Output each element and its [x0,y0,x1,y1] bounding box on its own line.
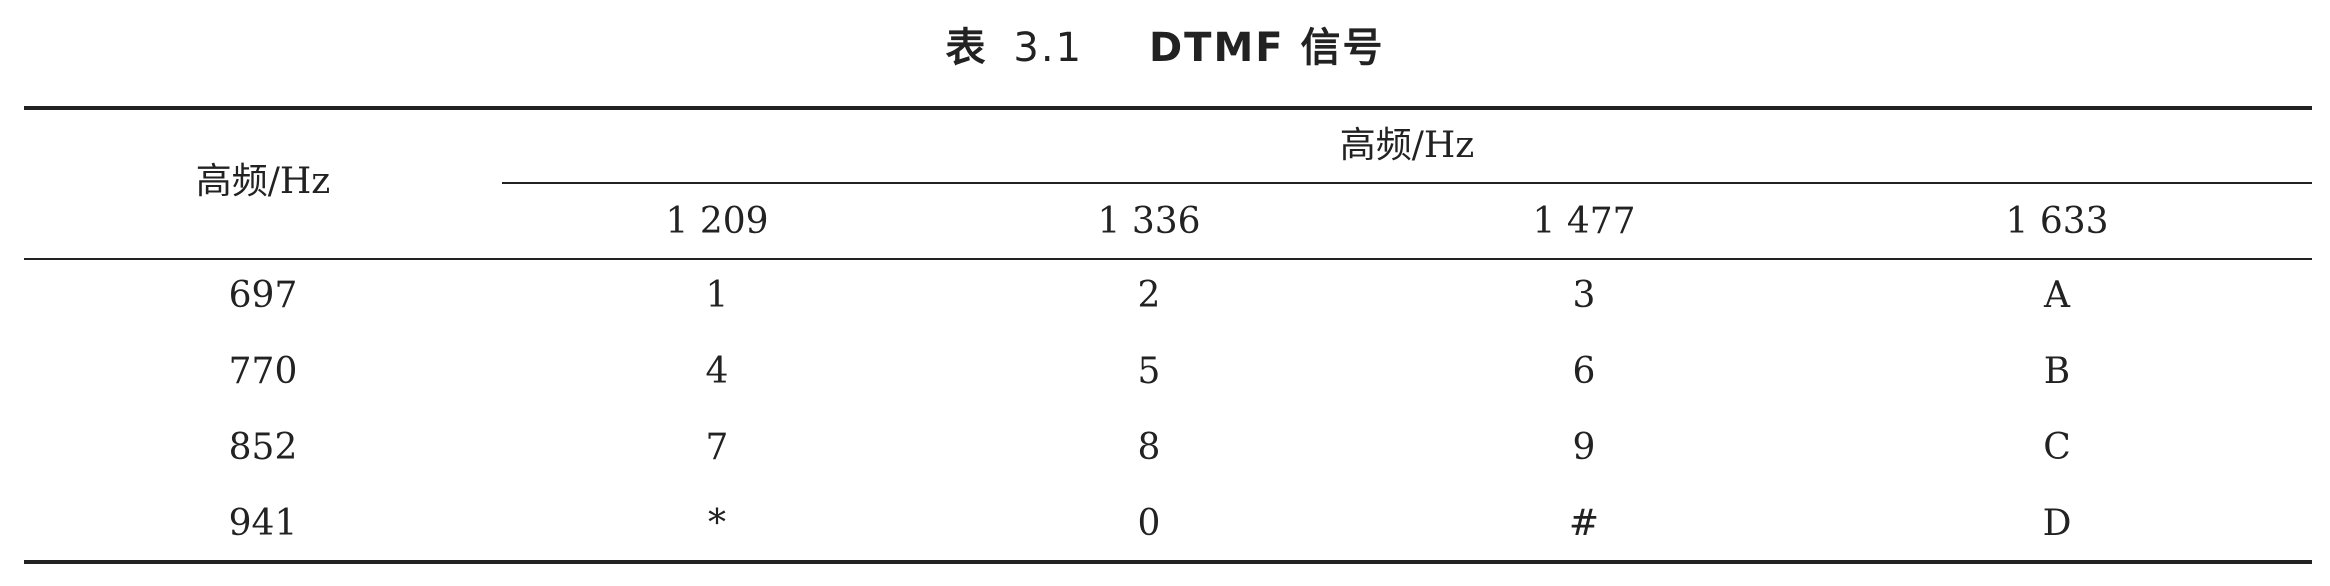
column-group-label: 高频/Hz [1339,125,1475,166]
row-freq: 852 [228,427,298,468]
table-cell: 5 [1137,351,1161,392]
row-freq: 941 [228,503,298,544]
caption-number: 3.1 [1013,25,1084,71]
table-cell: 1 [705,275,729,316]
bottom-rule [24,560,2312,564]
group-rule [502,182,2312,184]
column-header-1: 1 209 [665,201,769,242]
table-cell: 7 [705,427,729,468]
row-freq: 697 [228,275,298,316]
table-cell: D [2042,503,2072,544]
table-cell: 4 [705,351,729,392]
table-cell: 8 [1137,427,1161,468]
header-rule [24,258,2312,260]
top-rule [24,106,2312,110]
caption-title: DTMF 信号 [1148,25,1385,71]
table-cell: 6 [1572,351,1596,392]
column-header-4: 1 633 [2005,201,2109,242]
row-freq: 770 [228,351,298,392]
table-cell: B [2043,351,2071,392]
row-header-label: 高频/Hz [195,161,331,202]
table-caption: 表 3.1 DTMF 信号 [0,18,2330,78]
table-cell: A [2044,275,2070,316]
table-cell: 2 [1137,275,1161,316]
column-header-2: 1 336 [1097,201,1201,242]
column-header-3: 1 477 [1532,201,1636,242]
table-cell: * [708,503,726,544]
table-cell: C [2043,427,2071,468]
table-cell: 3 [1572,275,1596,316]
table-cell: 0 [1137,503,1161,544]
table-cell: 9 [1572,427,1596,468]
caption-prefix: 表 [945,25,988,71]
table-cell: # [1568,503,1600,544]
